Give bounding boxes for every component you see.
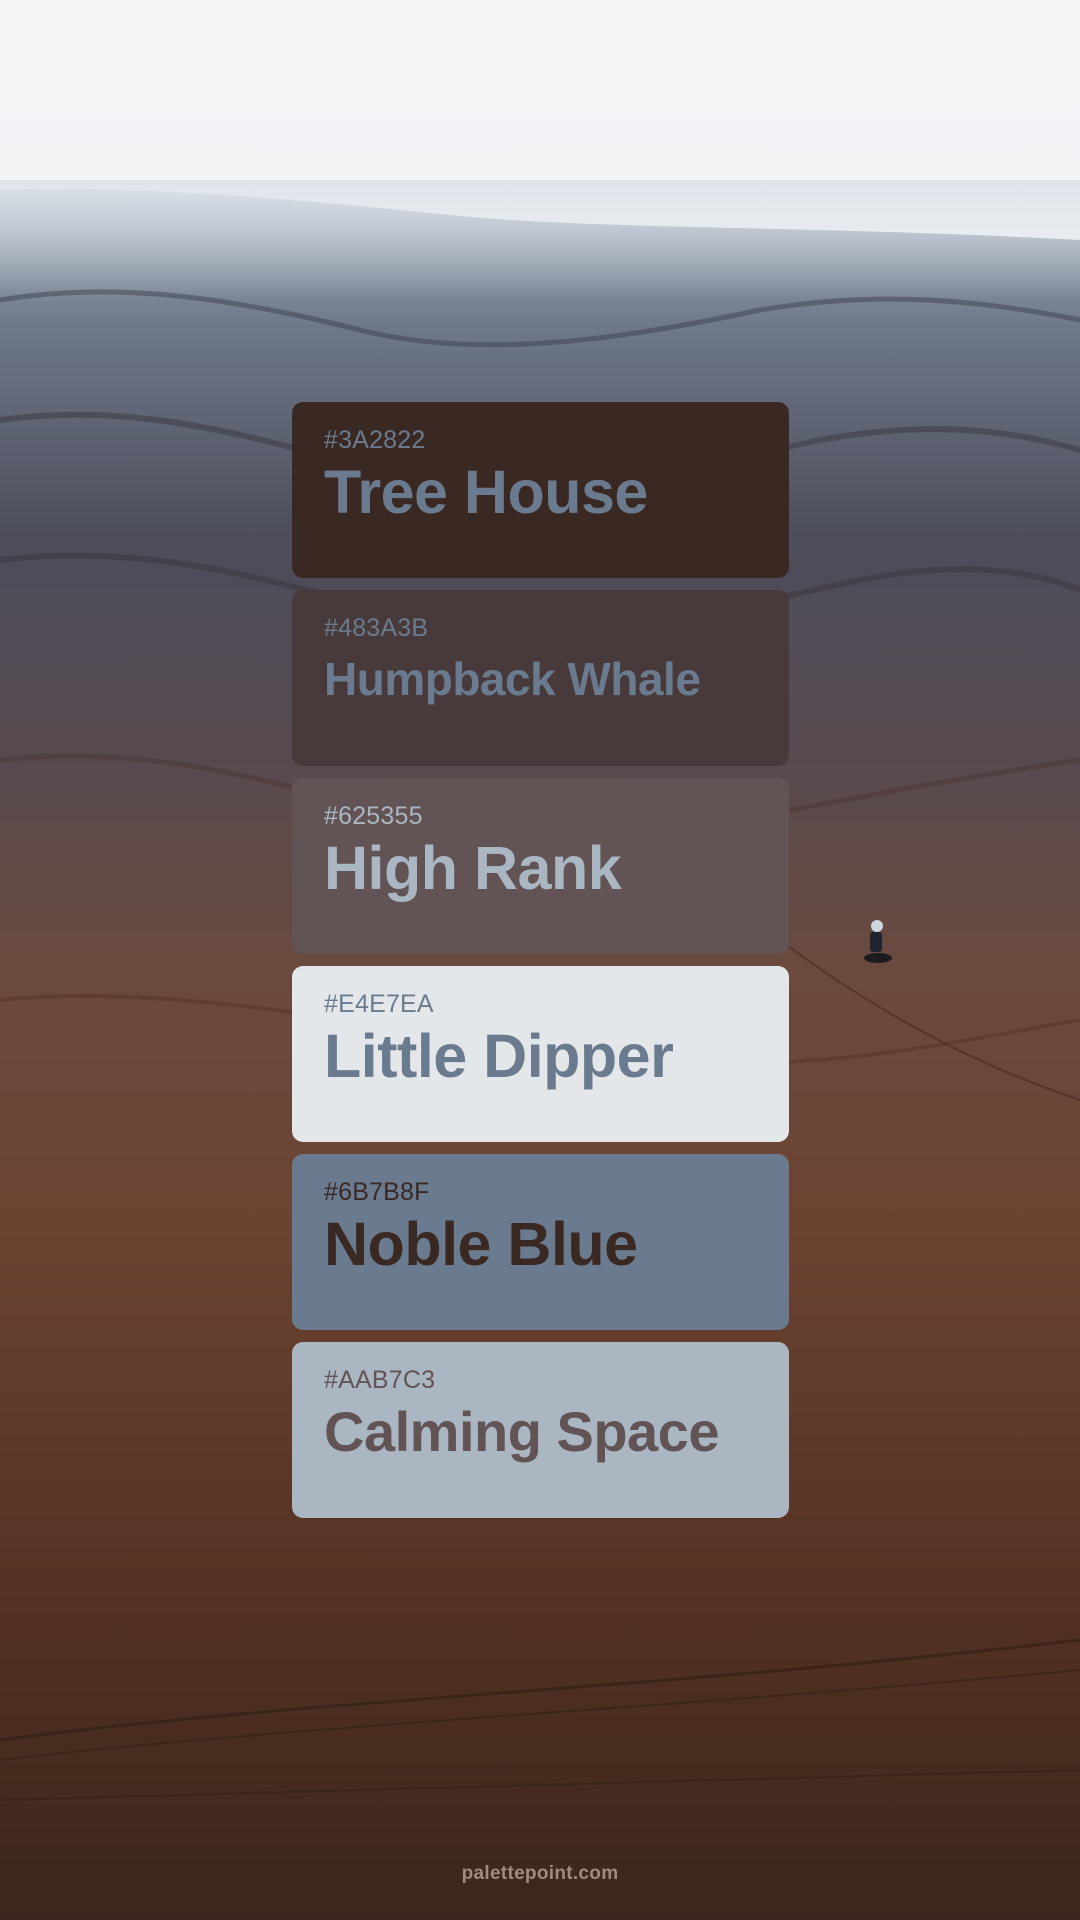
swatch-little-dipper: #E4E7EA Little Dipper <box>292 966 789 1142</box>
swatch-hex: #625355 <box>324 802 423 830</box>
swatch-hex: #3A2822 <box>324 426 426 454</box>
swatch-noble-blue: #6B7B8F Noble Blue <box>292 1154 789 1330</box>
swatch-name: Little Dipper <box>324 1022 674 1090</box>
swatch-name: Noble Blue <box>324 1210 638 1278</box>
color-palette: #3A2822 Tree House #483A3B Humpback Whal… <box>292 402 789 1530</box>
swatch-name: High Rank <box>324 834 622 902</box>
swatch-hex: #AAB7C3 <box>324 1366 436 1394</box>
swatch-tree-house: #3A2822 Tree House <box>292 402 789 578</box>
swatch-humpback-whale: #483A3B Humpback Whale <box>292 590 789 766</box>
swatch-name: Tree House <box>324 458 648 526</box>
swatch-hex: #E4E7EA <box>324 990 434 1018</box>
swatch-high-rank: #625355 High Rank <box>292 778 789 954</box>
swatch-hex: #483A3B <box>324 614 429 642</box>
footer-site-link[interactable]: palettepoint.com <box>0 1863 1080 1885</box>
swatch-hex: #6B7B8F <box>324 1178 430 1206</box>
swatch-name: Calming Space <box>324 1400 719 1463</box>
swatch-name: Humpback Whale <box>324 653 701 705</box>
swatch-calming-space: #AAB7C3 Calming Space <box>292 1342 789 1518</box>
